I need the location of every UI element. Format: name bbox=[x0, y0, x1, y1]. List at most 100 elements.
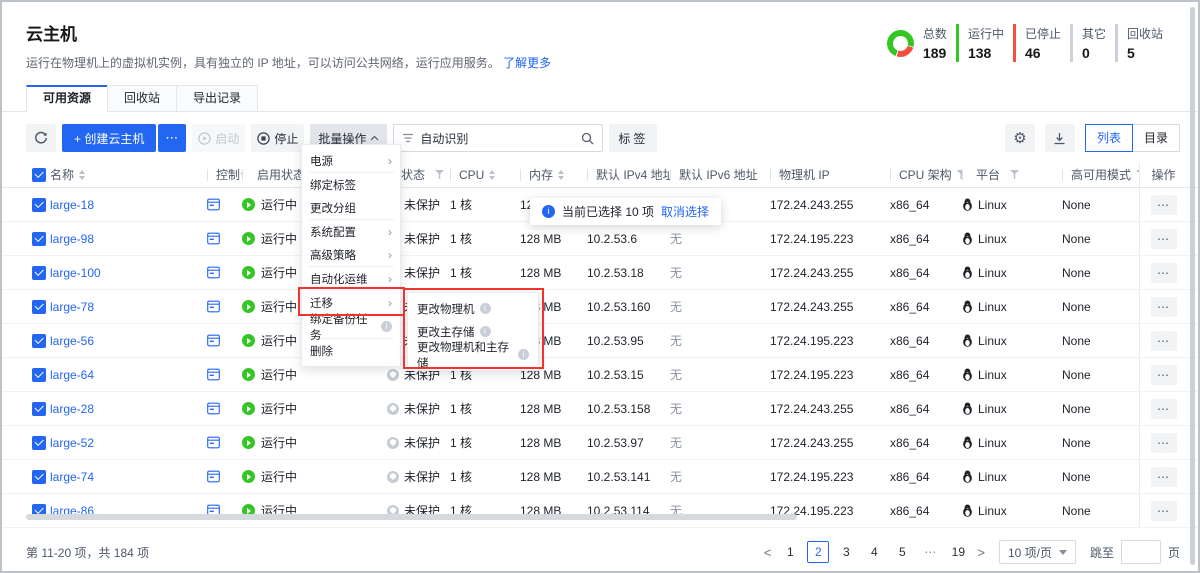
vm-name-link[interactable]: large-78 bbox=[50, 300, 94, 314]
menu-item-bind-tag[interactable]: 绑定标签 bbox=[302, 173, 400, 196]
create-vm-button[interactable]: + 创建云主机 bbox=[62, 124, 157, 152]
submenu-item-change-host[interactable]: 更改物理机 i bbox=[408, 297, 538, 320]
col-header-cpu[interactable]: CPU bbox=[450, 162, 520, 187]
cancel-selection-link[interactable]: 取消选择 bbox=[661, 203, 709, 220]
row-checkbox[interactable] bbox=[32, 231, 46, 246]
col-header-ipv4[interactable]: 默认 IPv4 地址 bbox=[587, 162, 670, 187]
refresh-button[interactable] bbox=[26, 124, 56, 152]
row-actions-button[interactable]: ⋯ bbox=[1150, 296, 1177, 317]
page-5[interactable]: 5 bbox=[891, 541, 913, 563]
stat-recycled: 回收站 5 bbox=[1114, 24, 1172, 62]
console-icon[interactable] bbox=[207, 402, 220, 415]
learn-more-link[interactable]: 了解更多 bbox=[503, 56, 551, 70]
page-1[interactable]: 1 bbox=[779, 541, 801, 563]
row-actions-button[interactable]: ⋯ bbox=[1150, 364, 1177, 385]
menu-item-bind-backup[interactable]: 绑定备份任务 i bbox=[302, 314, 400, 342]
vm-name-link[interactable]: large-98 bbox=[50, 232, 94, 246]
table-row: large-56 运行中 未保护 1 核 128 MB 10.2.53.95 无… bbox=[2, 324, 1198, 358]
vm-name-link[interactable]: large-52 bbox=[50, 436, 94, 450]
view-list-button[interactable]: 列表 bbox=[1084, 124, 1133, 152]
unprotected-status-icon bbox=[387, 368, 399, 381]
row-actions-button[interactable]: ⋯ bbox=[1150, 262, 1177, 283]
row-checkbox[interactable] bbox=[32, 265, 46, 280]
row-actions-button[interactable]: ⋯ bbox=[1150, 330, 1177, 351]
row-actions-button[interactable]: ⋯ bbox=[1150, 466, 1177, 487]
vm-name-link[interactable]: large-74 bbox=[50, 470, 94, 484]
console-icon[interactable] bbox=[207, 334, 220, 347]
stop-button[interactable]: 停止 bbox=[251, 124, 305, 152]
col-header-arch[interactable]: CPU 架构 bbox=[890, 162, 962, 187]
view-catalog-button[interactable]: 目录 bbox=[1131, 124, 1180, 152]
page-size-select[interactable]: 10 项/页 bbox=[998, 540, 1076, 564]
menu-item-label: 电源 bbox=[310, 155, 333, 168]
row-checkbox[interactable] bbox=[32, 367, 46, 382]
tag-button[interactable]: 标签 bbox=[609, 124, 658, 152]
page-2[interactable]: 2 bbox=[807, 541, 830, 563]
page-3[interactable]: 3 bbox=[835, 541, 857, 563]
col-header-ha[interactable]: 高可用模式 bbox=[1062, 162, 1139, 187]
search-input[interactable]: 自动识别 bbox=[393, 124, 604, 152]
row-checkbox[interactable] bbox=[32, 401, 46, 416]
console-icon[interactable] bbox=[207, 300, 220, 313]
console-icon[interactable] bbox=[207, 266, 220, 279]
page-4[interactable]: 4 bbox=[863, 541, 885, 563]
create-more-button[interactable]: ⋯ bbox=[158, 124, 187, 152]
col-header-mem[interactable]: 内存 bbox=[520, 162, 587, 187]
row-actions-button[interactable]: ⋯ bbox=[1150, 500, 1177, 521]
vm-name-link[interactable]: large-18 bbox=[50, 198, 94, 212]
table-body: large-18 运行中 未保护 1 核 128 MB 10.2.53.7 无 … bbox=[2, 188, 1198, 528]
row-actions-button[interactable]: ⋯ bbox=[1150, 194, 1177, 215]
tab-recycle[interactable]: 回收站 bbox=[107, 85, 178, 111]
menu-item-change-group[interactable]: 更改分组 bbox=[302, 196, 400, 219]
info-icon: i bbox=[479, 326, 491, 337]
next-page-button[interactable]: > bbox=[975, 545, 987, 560]
console-icon[interactable] bbox=[207, 470, 220, 483]
console-icon[interactable] bbox=[207, 232, 220, 245]
tab-export[interactable]: 导出记录 bbox=[176, 85, 259, 111]
settings-button[interactable]: ⚙ bbox=[1004, 124, 1035, 152]
submenu-item-label: 更改物理机和主存储 bbox=[417, 341, 509, 370]
vm-name-link[interactable]: large-28 bbox=[50, 402, 94, 416]
stat-value: 46 bbox=[1024, 45, 1041, 61]
console-icon[interactable] bbox=[207, 436, 220, 449]
console-icon[interactable] bbox=[207, 368, 220, 381]
vm-name-link[interactable]: large-56 bbox=[50, 334, 94, 348]
col-header-name[interactable]: 名称 bbox=[50, 162, 207, 187]
sort-icon[interactable] bbox=[489, 167, 496, 183]
filter-icon[interactable] bbox=[1010, 170, 1020, 179]
row-actions-button[interactable]: ⋯ bbox=[1150, 228, 1177, 249]
vm-name-link[interactable]: large-100 bbox=[50, 266, 101, 280]
horizontal-scrollbar[interactable] bbox=[26, 514, 797, 520]
prev-page-button[interactable]: < bbox=[762, 545, 774, 560]
start-button[interactable]: 启动 bbox=[192, 124, 246, 152]
row-checkbox[interactable] bbox=[32, 469, 46, 484]
row-actions-button[interactable]: ⋯ bbox=[1150, 398, 1177, 419]
menu-item-power[interactable]: 电源 › bbox=[302, 149, 400, 172]
tab-available[interactable]: 可用资源 bbox=[26, 85, 109, 112]
col-header-label: 名称 bbox=[50, 168, 75, 182]
unprotected-status-icon bbox=[387, 436, 399, 449]
console-icon[interactable] bbox=[207, 198, 220, 211]
page-19[interactable]: 19 bbox=[947, 541, 969, 563]
submenu-item-change-host-storage[interactable]: 更改物理机和主存储 i bbox=[408, 342, 538, 370]
menu-item-sys-config[interactable]: 系统配置 › bbox=[302, 220, 400, 243]
row-checkbox[interactable] bbox=[32, 435, 46, 450]
filter-lines-icon bbox=[403, 133, 414, 143]
filter-icon[interactable] bbox=[956, 170, 962, 179]
menu-item-auto-ops[interactable]: 自动化运维 › bbox=[302, 267, 400, 290]
col-header-platform[interactable]: 平台 bbox=[962, 162, 1062, 187]
filter-icon[interactable] bbox=[435, 170, 445, 179]
row-actions-button[interactable]: ⋯ bbox=[1150, 432, 1177, 453]
vertical-scrollbar[interactable] bbox=[1190, 7, 1195, 565]
row-checkbox[interactable] bbox=[32, 333, 46, 348]
sort-icon[interactable] bbox=[79, 167, 86, 183]
vm-name-link[interactable]: large-64 bbox=[50, 368, 94, 382]
select-all-checkbox[interactable] bbox=[32, 167, 46, 182]
row-checkbox[interactable] bbox=[32, 299, 46, 314]
sort-icon[interactable] bbox=[558, 167, 565, 183]
jump-page-input[interactable] bbox=[1120, 540, 1161, 564]
search-icon[interactable] bbox=[581, 132, 594, 145]
export-button[interactable] bbox=[1044, 124, 1075, 152]
row-checkbox[interactable] bbox=[32, 197, 46, 212]
menu-item-adv-policy[interactable]: 高级策略 › bbox=[302, 243, 400, 266]
